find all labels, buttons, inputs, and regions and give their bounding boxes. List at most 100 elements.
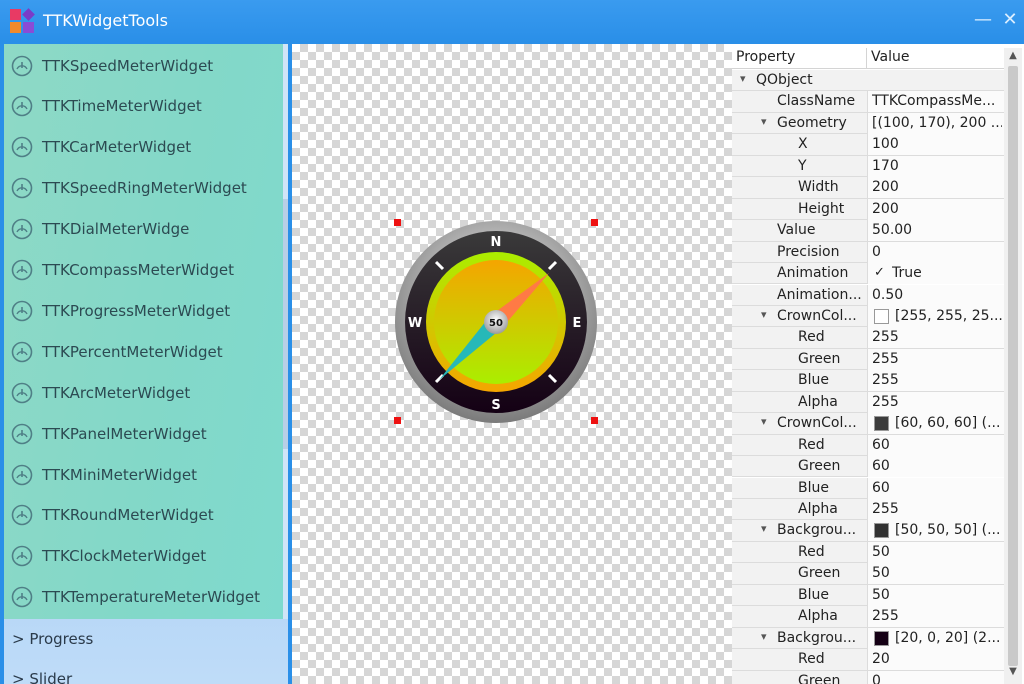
property-value[interactable]: [255, 255, 25...	[895, 308, 1002, 324]
property-value[interactable]: 100	[872, 136, 1002, 152]
value-cell[interactable]: 50.00	[867, 220, 1004, 242]
meter-list-item[interactable]: TTKDialMeterWidge	[4, 209, 283, 250]
meter-list-item[interactable]: TTKPanelMeterWidget	[4, 413, 283, 454]
expand-arrow-icon[interactable]: ▾	[761, 522, 767, 535]
property-value[interactable]: 50	[872, 565, 1002, 581]
property-value[interactable]: True	[892, 265, 1002, 281]
value-cell[interactable]: 255	[867, 391, 1004, 413]
value-cell[interactable]: 255	[867, 606, 1004, 628]
value-cell[interactable]: 50	[867, 541, 1004, 563]
value-cell[interactable]: 170	[867, 155, 1004, 177]
meter-list-item[interactable]: TTKArcMeterWidget	[4, 372, 283, 413]
property-value[interactable]: 60	[872, 458, 1002, 474]
property-row[interactable]: ▾ Backgrou... [50, 50, 50] (...	[732, 520, 1004, 542]
property-value[interactable]: 255	[872, 372, 1002, 388]
scroll-up-icon[interactable]: ▲	[1004, 50, 1022, 66]
meter-list-item[interactable]: TTKRoundMeterWidget	[4, 495, 283, 536]
expand-arrow-icon[interactable]: ▾	[740, 72, 746, 85]
meter-list-item[interactable]: TTKClockMeterWidget	[4, 536, 283, 577]
value-cell[interactable]: TTKCompassMe...	[867, 91, 1004, 113]
property-value[interactable]: 255	[872, 501, 1002, 517]
value-cell[interactable]: 0	[867, 241, 1004, 263]
value-cell[interactable]: [20, 0, 20] (2...	[867, 627, 1004, 649]
value-cell[interactable]: 50	[867, 563, 1004, 585]
value-cell[interactable]: [60, 60, 60] (...	[867, 413, 1004, 435]
property-column-header[interactable]: Property	[736, 49, 795, 65]
property-value[interactable]: [(100, 170), 200 ...	[872, 115, 1002, 131]
property-value[interactable]: 255	[872, 608, 1002, 624]
property-row[interactable]: Green 50	[732, 563, 1004, 585]
property-value[interactable]: 60	[872, 437, 1002, 453]
meter-list-item[interactable]: TTKMiniMeterWidget	[4, 454, 283, 495]
property-row[interactable]: ▾ CrownCol... [60, 60, 60] (...	[732, 413, 1004, 435]
meter-list-item[interactable]: TTKPercentMeterWidget	[4, 331, 283, 372]
property-row[interactable]: Green 60	[732, 456, 1004, 478]
compass-meter-widget[interactable]: N S E W 50	[394, 220, 598, 424]
property-value[interactable]: 255	[872, 394, 1002, 410]
group-progress[interactable]: > Progress	[12, 630, 93, 648]
value-cell[interactable]: 0.50	[867, 284, 1004, 306]
property-row[interactable]: Y 170	[732, 155, 1004, 178]
property-row[interactable]: Precision 0	[732, 241, 1004, 263]
property-scroll-thumb[interactable]	[1008, 66, 1018, 666]
value-column-header[interactable]: Value	[871, 49, 909, 65]
expand-arrow-icon[interactable]: ▾	[761, 415, 767, 428]
property-value[interactable]: [50, 50, 50] (...	[895, 522, 1002, 538]
property-row[interactable]: Alpha 255	[732, 606, 1004, 628]
value-cell[interactable]: 255	[867, 327, 1004, 349]
property-value[interactable]: 50.00	[872, 222, 1002, 238]
property-value[interactable]: [60, 60, 60] (...	[895, 415, 1002, 431]
property-row[interactable]: Width 200	[732, 177, 1004, 199]
meter-list-item[interactable]: TTKSpeedRingMeterWidget	[4, 168, 283, 209]
expand-arrow-icon[interactable]: ▾	[761, 630, 767, 643]
color-swatch[interactable]	[874, 523, 889, 539]
color-swatch[interactable]	[874, 416, 889, 432]
value-cell[interactable]: 255	[867, 370, 1004, 392]
property-row[interactable]: Animation... 0.50	[732, 284, 1004, 306]
value-cell[interactable]: 60	[867, 434, 1004, 456]
property-value[interactable]: 20	[872, 651, 1002, 667]
value-cell[interactable]: 60	[867, 477, 1004, 499]
value-cell[interactable]: 100	[867, 134, 1004, 156]
property-row[interactable]: X 100	[732, 134, 1004, 156]
property-row[interactable]: Alpha 255	[732, 499, 1004, 521]
property-value[interactable]: 50	[872, 587, 1002, 603]
meter-list-item[interactable]: TTKCompassMeterWidget	[4, 250, 283, 291]
value-cell[interactable]: [255, 255, 25...	[867, 305, 1004, 327]
property-row[interactable]: ▾ Backgrou... [20, 0, 20] (2...	[732, 627, 1004, 650]
expand-arrow-icon[interactable]: ▾	[761, 308, 767, 321]
close-button[interactable]: ✕	[1000, 9, 1020, 30]
property-row[interactable]: Blue 50	[732, 584, 1004, 607]
property-row[interactable]: Red 60	[732, 434, 1004, 457]
value-cell[interactable]: ✓ True	[867, 263, 1004, 285]
property-row[interactable]: Green 255	[732, 348, 1004, 371]
property-value[interactable]: 170	[872, 158, 1002, 174]
property-value[interactable]: 0.50	[872, 287, 1002, 303]
group-slider[interactable]: > Slider	[12, 670, 72, 684]
value-cell[interactable]: 20	[867, 649, 1004, 671]
property-row[interactable]: ▾ Geometry [(100, 170), 200 ...	[732, 112, 1004, 135]
value-cell[interactable]: 50	[867, 584, 1004, 606]
property-row[interactable]: Green 0	[732, 670, 1004, 684]
property-row[interactable]: Red 50	[732, 541, 1004, 564]
value-cell[interactable]: 255	[867, 348, 1004, 370]
meter-list-item[interactable]: TTKCarMeterWidget	[4, 127, 283, 168]
property-value[interactable]: 0	[872, 244, 1002, 260]
property-row[interactable]: Blue 60	[732, 477, 1004, 499]
value-cell[interactable]: 0	[867, 670, 1004, 684]
color-swatch[interactable]	[874, 308, 889, 324]
property-row[interactable]: ▾ QObject	[732, 70, 1004, 92]
value-cell[interactable]: [50, 50, 50] (...	[867, 520, 1004, 542]
property-row[interactable]: ClassName TTKCompassMe...	[732, 91, 1004, 113]
sidebar-scroll-thumb[interactable]	[283, 199, 288, 449]
value-cell[interactable]: 60	[867, 456, 1004, 478]
property-row[interactable]: Red 20	[732, 649, 1004, 671]
property-value[interactable]: [20, 0, 20] (2...	[895, 630, 1002, 646]
value-cell[interactable]: 200	[867, 198, 1004, 220]
color-swatch[interactable]	[874, 630, 889, 646]
property-value[interactable]: 255	[872, 351, 1002, 367]
scroll-down-icon[interactable]: ▼	[1004, 666, 1022, 682]
property-row[interactable]: ▾ CrownCol... [255, 255, 25...	[732, 305, 1004, 328]
property-row[interactable]: Blue 255	[732, 370, 1004, 392]
property-value[interactable]: 200	[872, 201, 1002, 217]
